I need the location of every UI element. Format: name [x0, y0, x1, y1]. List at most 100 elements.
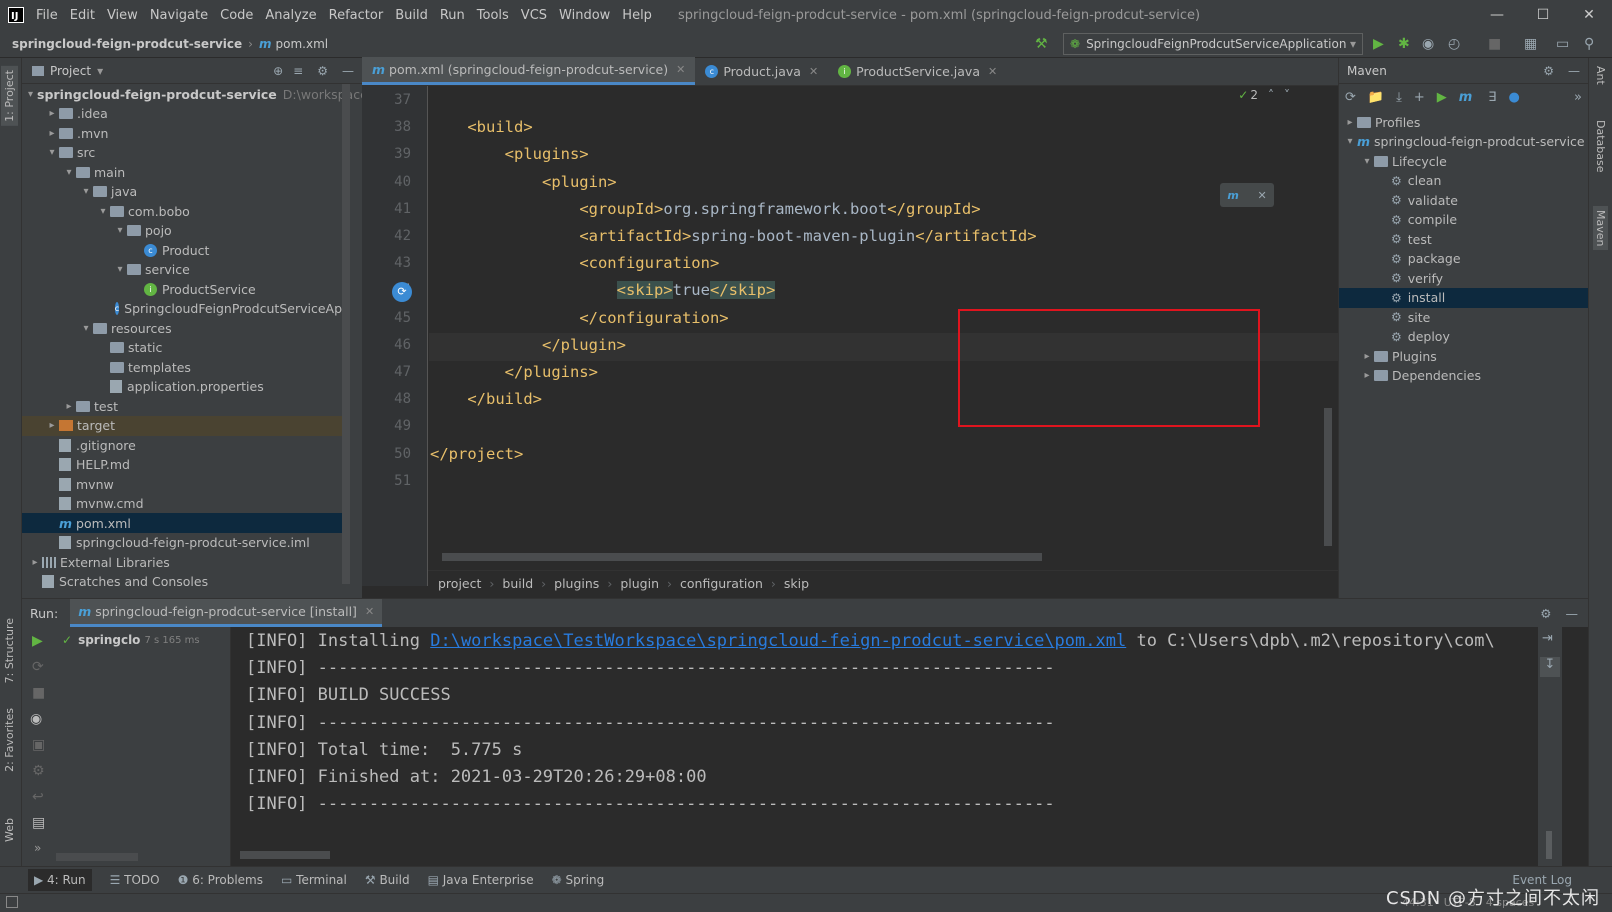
stop-icon[interactable]: ■: [1488, 36, 1501, 52]
collapse-all-icon[interactable]: ≡: [293, 64, 303, 78]
maven-tree-item[interactable]: ▾ m springcloud-feign-prodcut-service: [1339, 132, 1588, 152]
chevron-down-icon[interactable]: ▾: [1360, 156, 1374, 167]
override-gutter-icon[interactable]: ⟳: [392, 282, 412, 302]
hide-icon[interactable]: —: [1568, 64, 1580, 78]
more-icon[interactable]: »: [1574, 90, 1582, 105]
menu-window[interactable]: Window: [553, 8, 616, 23]
breadcrumb-item[interactable]: build: [502, 576, 533, 591]
chevron-down-icon[interactable]: ▾: [62, 167, 76, 178]
project-tree-item[interactable]: mvnw: [22, 474, 342, 494]
tab-project[interactable]: 1: Project: [1, 66, 18, 126]
tab-maven[interactable]: Maven: [1593, 206, 1608, 251]
toggle-offline-icon[interactable]: ∃: [1488, 90, 1496, 105]
generate-sources-icon[interactable]: 📁: [1368, 90, 1384, 105]
debug-icon[interactable]: ✱: [1398, 36, 1410, 52]
toggle-panels-icon[interactable]: [6, 896, 18, 908]
maven-tree-item[interactable]: ⚙ clean: [1339, 171, 1588, 191]
chevron-right-icon[interactable]: ▸: [1360, 351, 1374, 362]
close-icon[interactable]: ✕: [809, 65, 818, 78]
project-tree-item[interactable]: ▾ pojo: [22, 221, 342, 241]
project-tree-item[interactable]: c Product: [22, 240, 342, 260]
chevron-right-icon[interactable]: ▸: [62, 401, 76, 412]
maven-tree-item[interactable]: ⚙ validate: [1339, 190, 1588, 210]
layout-icon[interactable]: ▭: [1556, 36, 1569, 52]
maven-tree-item[interactable]: ▸ Dependencies: [1339, 366, 1588, 386]
status-tab[interactable]: ☰ TODO: [110, 873, 160, 887]
run-tree-item[interactable]: ✓ springclo 7 s 165 ms: [62, 633, 200, 647]
status-tab[interactable]: ⚒ Build: [365, 873, 410, 887]
project-tree-item[interactable]: mvnw.cmd: [22, 494, 342, 514]
close-icon[interactable]: ✕: [1257, 189, 1266, 202]
project-tree-item[interactable]: Scratches and Consoles: [22, 572, 342, 592]
menu-build[interactable]: Build: [389, 8, 434, 23]
breadcrumb-item[interactable]: configuration: [680, 576, 763, 591]
chevron-down-icon[interactable]: ▾: [97, 64, 103, 78]
chevron-down-icon[interactable]: ▾: [45, 147, 59, 158]
stop-icon[interactable]: ■: [32, 685, 45, 701]
status-tab[interactable]: ▤ Java Enterprise: [428, 873, 534, 887]
console-file-link[interactable]: D:\workspace\TestWorkspace\springcloud-f…: [430, 631, 1126, 651]
maven-tree-item[interactable]: ⚙ package: [1339, 249, 1588, 269]
scroll-to-end-icon[interactable]: ↧: [1540, 657, 1560, 677]
run-icon[interactable]: ▶: [1373, 36, 1384, 52]
project-panel-title[interactable]: Project: [50, 64, 91, 78]
horizontal-scrollbar[interactable]: [442, 553, 1042, 561]
console-output[interactable]: ⇥ ↧ [INFO] Installing D:\workspace\TestW…: [232, 627, 1562, 867]
maven-reload-popup[interactable]: m ✕: [1220, 183, 1274, 207]
close-icon[interactable]: ✕: [1566, 0, 1612, 30]
maven-tree-item[interactable]: ⚙ compile: [1339, 210, 1588, 230]
project-tree-item[interactable]: HELP.md: [22, 455, 342, 475]
more-icon[interactable]: »: [34, 841, 41, 855]
editor-tab[interactable]: i ProductService.java ✕: [828, 57, 1007, 85]
chevron-down-icon[interactable]: ▾: [96, 206, 110, 217]
chevron-down-icon[interactable]: ▾: [28, 89, 33, 100]
maven-tree-item[interactable]: ⚙ verify: [1339, 268, 1588, 288]
breadcrumb-project[interactable]: springcloud-feign-prodcut-service: [12, 37, 242, 51]
rerun-icon[interactable]: ▶: [32, 633, 43, 649]
vertical-scrollbar[interactable]: [1324, 408, 1332, 546]
project-tree-item[interactable]: springcloud-feign-prodcut-service.iml: [22, 533, 342, 553]
skip-tests-icon[interactable]: ●: [1509, 90, 1520, 105]
maven-tree-item[interactable]: ⚙ install: [1339, 287, 1588, 308]
chevron-down-icon[interactable]: ▾: [79, 186, 93, 197]
menu-vcs[interactable]: VCS: [515, 8, 553, 23]
editor-tab[interactable]: c Product.java ✕: [695, 57, 828, 85]
project-tree-item[interactable]: ▸ test: [22, 396, 342, 416]
project-tree-item[interactable]: ▾ service: [22, 260, 342, 280]
breadcrumb-item[interactable]: skip: [784, 576, 809, 591]
inspection-widget[interactable]: ✓ 2 ˄ ˅: [1238, 88, 1290, 102]
breadcrumb-item[interactable]: plugin: [620, 576, 659, 591]
camera-icon[interactable]: ▣: [32, 737, 45, 753]
maven-tree-item[interactable]: ▾ Lifecycle: [1339, 151, 1588, 171]
build-hammer-icon[interactable]: ⚒: [1035, 36, 1048, 52]
maven-tree-item[interactable]: ⚙ deploy: [1339, 327, 1588, 347]
project-tree-item[interactable]: ▾ com.bobo: [22, 201, 342, 221]
run-icon[interactable]: ▶: [1437, 90, 1447, 105]
profile-icon[interactable]: ◴: [1448, 36, 1460, 52]
project-tree-item[interactable]: .gitignore: [22, 435, 342, 455]
editor-tab[interactable]: m pom.xml (springcloud-feign-prodcut-serv…: [362, 57, 696, 85]
coverage-icon[interactable]: ◉: [1422, 36, 1434, 52]
chevron-down-icon[interactable]: ˅: [1284, 88, 1290, 102]
project-tree-item[interactable]: ▸ .idea: [22, 104, 342, 124]
project-tree-item[interactable]: ▸ External Libraries: [22, 552, 342, 572]
execute-goal-icon[interactable]: m: [1459, 90, 1473, 105]
project-tree-item[interactable]: ▾ main: [22, 162, 342, 182]
menu-file[interactable]: File: [30, 8, 64, 23]
gear-icon[interactable]: ⚙: [317, 64, 328, 78]
menu-edit[interactable]: Edit: [64, 8, 101, 23]
project-tree-item[interactable]: ▾ springcloud-feign-prodcut-service D:\wor…: [22, 84, 368, 104]
maven-tree-item[interactable]: ⚙ site: [1339, 307, 1588, 327]
breadcrumb-file[interactable]: pom.xml: [276, 37, 329, 51]
maven-tree-item[interactable]: ⚙ test: [1339, 229, 1588, 249]
chevron-right-icon[interactable]: ▸: [1360, 370, 1374, 381]
menu-navigate[interactable]: Navigate: [144, 8, 214, 23]
project-structure-icon[interactable]: ▦: [1524, 36, 1537, 52]
chevron-down-icon[interactable]: ▾: [1343, 136, 1357, 147]
close-icon[interactable]: ✕: [365, 605, 374, 618]
maven-reload-icon[interactable]: m: [1227, 189, 1238, 202]
breadcrumb-item[interactable]: project: [438, 576, 481, 591]
status-tab[interactable]: ❁ Spring: [552, 873, 605, 887]
scrollbar[interactable]: [56, 853, 138, 861]
project-tree-item[interactable]: ▾ resources: [22, 318, 342, 338]
